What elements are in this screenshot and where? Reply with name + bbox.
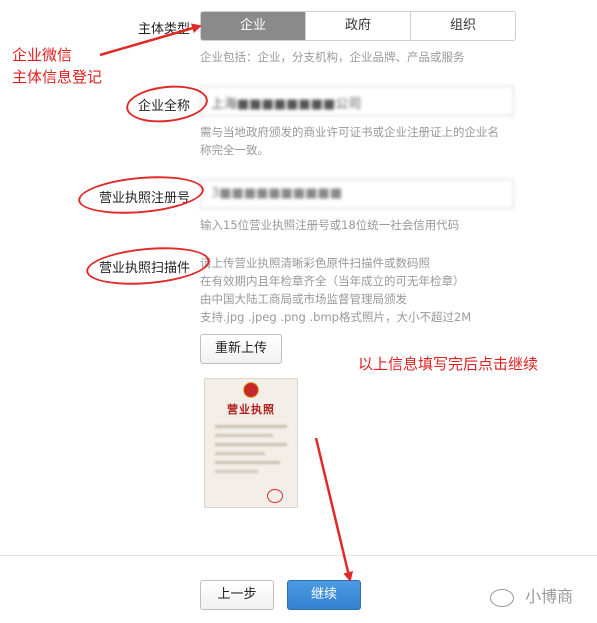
wechat-icon <box>490 588 514 607</box>
tab-enterprise[interactable]: 企业 <box>201 12 305 40</box>
scan-hint-line4: 支持.jpg .jpeg .png .bmp格式照片，大小不超过2M <box>200 310 472 324</box>
annotation-top-note: 企业微信 主体信息登记 <box>12 44 102 88</box>
annotation-continue-note: 以上信息填写完后点击继续 <box>358 355 539 373</box>
annotation-circle-license-number <box>76 171 206 219</box>
annotation-top-line2: 主体信息登记 <box>12 68 103 86</box>
footer-divider <box>0 555 597 556</box>
full-name-hint-line2: 称完全一致。 <box>200 143 269 157</box>
license-image-title: 营业执照 <box>227 403 275 416</box>
annotation-circle-fullname <box>124 81 210 127</box>
subject-type-hint: 企业包括：企业，分支机构，企业品牌、产品或服务 <box>200 50 465 64</box>
watermark-text: 小博商 <box>525 587 574 606</box>
license-thumbnail: 营业执照 <box>204 378 298 508</box>
tab-government[interactable]: 政府 <box>305 12 410 40</box>
subject-type-selector[interactable]: 企业 政府 组织 <box>200 11 516 41</box>
license-number-hint: 输入15位营业执照注册号或18位统一社会信用代码 <box>200 218 460 232</box>
scan-hint-line3: 由中国大陆工商局或市场监督管理局颁发 <box>200 292 407 306</box>
national-emblem-icon <box>243 382 259 398</box>
annotation-arrow-to-continue <box>314 437 353 582</box>
annotation-top-line1: 企业微信 <box>12 46 73 64</box>
prev-step-button[interactable]: 上一步 <box>200 580 274 610</box>
full-name-hint-line1: 需与当地政府颁发的商业许可证书或企业注册证上的企业名 <box>200 125 499 139</box>
tab-organization[interactable]: 组织 <box>410 12 515 40</box>
license-scan-hint: 请上传营业执照清晰彩色原件扫描件或数码照 在有效期内且年检章齐全（当年成立的可无… <box>200 254 520 326</box>
watermark: 小博商 <box>490 583 573 607</box>
seal-stamp-icon <box>267 489 283 503</box>
reupload-button[interactable]: 重新上传 <box>200 334 282 364</box>
scan-hint-line2: 在有效期内且年检章齐全（当年成立的可无年检章） <box>200 274 465 288</box>
subject-type-label: 主体类型 <box>137 22 190 37</box>
annotation-circle-license-scan <box>84 242 212 290</box>
scan-hint-line1: 请上传营业执照清晰彩色原件扫描件或数码照 <box>200 256 430 270</box>
full-name-hint: 需与当地政府颁发的商业许可证书或企业注册证上的企业名 称完全一致。 <box>200 123 530 159</box>
continue-button[interactable]: 继续 <box>287 580 361 610</box>
license-number-input[interactable]: 3■■■■■■■■■■ <box>200 179 514 209</box>
full-name-input[interactable]: 上海■■■■■■■■公司 <box>200 86 514 116</box>
